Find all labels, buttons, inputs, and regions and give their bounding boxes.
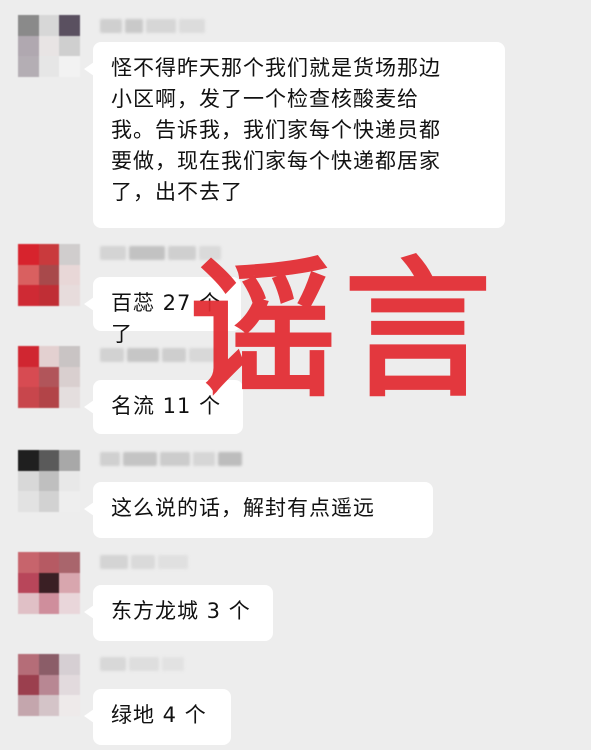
avatar-mosaic-tile [59, 56, 80, 77]
message-text: 绿地 4 个 [111, 703, 207, 727]
avatar-mosaic-tile [59, 264, 80, 286]
avatar-mosaic-tile [38, 470, 60, 492]
avatar-mosaic-tile [38, 674, 60, 696]
avatar-mosaic-tile [59, 572, 80, 594]
message-bubble[interactable]: 名流 11 个 [84, 380, 243, 434]
user-nickname-blurred [100, 348, 217, 364]
chat-message-list[interactable]: 怪不得昨天那个我们就是货场那边 小区啊，发了一个检查核酸麦给 我。告诉我，我们家… [0, 0, 591, 750]
avatar-mosaic-tile [18, 552, 39, 573]
avatar-mosaic-tile [38, 450, 60, 471]
avatar-mosaic-tile [38, 552, 60, 573]
user-nickname-blurred [100, 452, 242, 468]
avatar-mosaic-tile [59, 654, 80, 675]
avatar-mosaic-tile [59, 695, 80, 716]
avatar-mosaic-tile [59, 244, 80, 265]
avatar-mosaic-tile [18, 387, 39, 408]
avatar-mosaic-tile [59, 285, 80, 306]
user-nickname-blurred [100, 19, 205, 35]
message-text: 怪不得昨天那个我们就是货场那边 小区啊，发了一个检查核酸麦给 我。告诉我，我们家… [111, 56, 441, 204]
avatar-mosaic-tile [18, 244, 39, 265]
avatar-mosaic-tile [38, 695, 60, 716]
avatar-mosaic-tile [59, 674, 80, 696]
user-avatar[interactable] [18, 654, 80, 716]
user-avatar[interactable] [18, 244, 80, 306]
user-avatar[interactable] [18, 552, 80, 614]
avatar-mosaic-tile [38, 491, 60, 512]
avatar-mosaic-tile [38, 572, 60, 594]
avatar-mosaic-tile [38, 56, 60, 77]
user-avatar[interactable] [18, 450, 80, 512]
message-text: 百蕊 27 个了 [111, 291, 222, 346]
avatar-mosaic-tile [18, 35, 39, 57]
user-avatar[interactable] [18, 346, 80, 408]
message-bubble[interactable]: 这么说的话，解封有点遥远 [84, 482, 433, 538]
avatar-mosaic-tile [38, 35, 60, 57]
avatar-mosaic-tile [18, 572, 39, 594]
avatar-mosaic-tile [18, 285, 39, 306]
user-nickname-blurred [100, 555, 188, 571]
avatar-mosaic-tile [38, 387, 60, 408]
avatar-mosaic-tile [59, 346, 80, 367]
avatar-mosaic-tile [38, 264, 60, 286]
message-text: 名流 11 个 [111, 394, 222, 418]
avatar-mosaic-tile [38, 366, 60, 388]
avatar-mosaic-tile [38, 244, 60, 265]
message-bubble[interactable]: 东方龙城 3 个 [84, 585, 273, 641]
avatar-mosaic-tile [18, 15, 39, 36]
avatar-mosaic-tile [59, 470, 80, 492]
avatar-mosaic-tile [18, 674, 39, 696]
user-avatar[interactable] [18, 15, 80, 77]
avatar-mosaic-tile [59, 450, 80, 471]
avatar-mosaic-tile [38, 285, 60, 306]
user-nickname-blurred [100, 657, 184, 673]
avatar-mosaic-tile [18, 346, 39, 367]
avatar-mosaic-tile [38, 654, 60, 675]
message-text: 这么说的话，解封有点遥远 [111, 496, 375, 520]
avatar-mosaic-tile [18, 264, 39, 286]
avatar-mosaic-tile [59, 35, 80, 57]
avatar-mosaic-tile [18, 654, 39, 675]
avatar-mosaic-tile [18, 56, 39, 77]
avatar-mosaic-tile [59, 15, 80, 36]
avatar-mosaic-tile [38, 593, 60, 614]
avatar-mosaic-tile [59, 593, 80, 614]
avatar-mosaic-tile [59, 366, 80, 388]
avatar-mosaic-tile [18, 593, 39, 614]
avatar-mosaic-tile [18, 491, 39, 512]
avatar-mosaic-tile [38, 15, 60, 36]
avatar-mosaic-tile [18, 695, 39, 716]
message-text: 东方龙城 3 个 [111, 599, 251, 623]
avatar-mosaic-tile [38, 346, 60, 367]
avatar-mosaic-tile [59, 387, 80, 408]
message-bubble[interactable]: 绿地 4 个 [84, 689, 231, 745]
message-bubble[interactable]: 百蕊 27 个了 [84, 277, 241, 346]
user-nickname-blurred [100, 246, 221, 262]
avatar-mosaic-tile [18, 470, 39, 492]
avatar-mosaic-tile [59, 552, 80, 573]
avatar-mosaic-tile [18, 450, 39, 471]
avatar-mosaic-tile [59, 491, 80, 512]
avatar-mosaic-tile [18, 366, 39, 388]
message-bubble[interactable]: 怪不得昨天那个我们就是货场那边 小区啊，发了一个检查核酸麦给 我。告诉我，我们家… [84, 42, 505, 228]
